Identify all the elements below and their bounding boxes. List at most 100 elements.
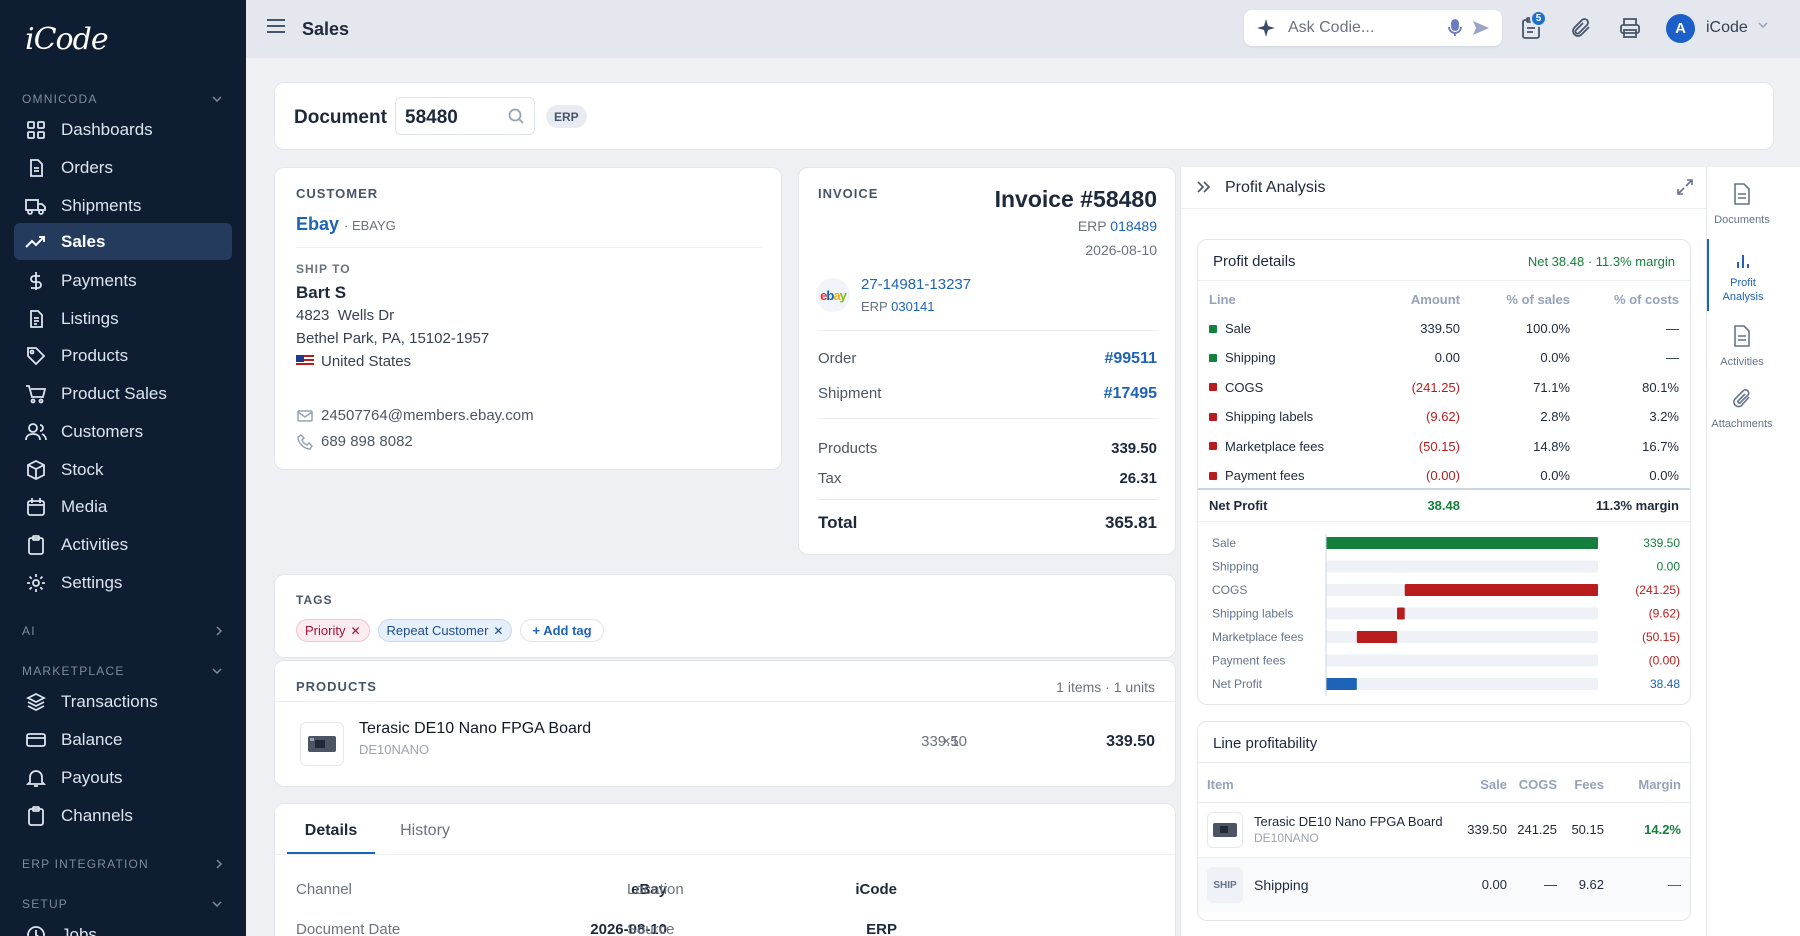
customer-code: · EBAYG: [344, 218, 396, 233]
divider: [818, 418, 1158, 419]
bell-icon: [25, 767, 47, 789]
sidebar-item-payments[interactable]: Payments: [14, 262, 232, 299]
sidebar-item-label: Activities: [61, 534, 129, 554]
chevron-down-icon[interactable]: [1758, 22, 1768, 28]
layers-icon: [25, 691, 47, 713]
customer-name-link[interactable]: Ebay: [296, 214, 339, 235]
order-erp-link[interactable]: 030141: [891, 299, 934, 314]
line-label: Shipping labels: [1225, 409, 1314, 425]
tag-chip[interactable]: Repeat Customer ✕: [377, 619, 513, 642]
sidebar-item-label: Balance: [61, 729, 123, 749]
tag-label: Repeat Customer: [386, 623, 489, 638]
sidebar-item-customers[interactable]: Customers: [14, 413, 232, 450]
line-amount: 0.00: [1434, 350, 1460, 366]
line-item-sku: DE10NANO: [1254, 831, 1319, 845]
sidebar-item-channels[interactable]: Channels: [14, 797, 232, 834]
chevron-right-icon: [216, 626, 222, 636]
avatar[interactable]: A: [1666, 14, 1695, 43]
sidebar-item-settings[interactable]: Settings: [14, 564, 232, 601]
sidebar-item-transactions[interactable]: Transactions: [14, 683, 232, 720]
collapse-panel-icon[interactable]: [1197, 181, 1211, 193]
rail-activities[interactable]: Activities: [1707, 319, 1777, 381]
mic-icon[interactable]: [1448, 19, 1462, 37]
sidebar-item-balance[interactable]: Balance: [14, 721, 232, 758]
table-row[interactable]: Terasic DE10 Nano FPGA Board DE10NANO ×1…: [275, 702, 1175, 786]
section-marketplace[interactable]: MARKETPLACE: [22, 664, 222, 678]
line-pct-sales: 71.1%: [1533, 379, 1570, 395]
chart-category-label: COGS: [1212, 583, 1247, 597]
sidebar-item-stock[interactable]: Stock: [14, 451, 232, 488]
line-pct-sales: 0.0%: [1540, 350, 1570, 366]
address-line-1: 4823 Wells Dr: [296, 307, 395, 324]
expand-icon[interactable]: [1677, 179, 1693, 195]
paperclip-icon: [1732, 387, 1752, 409]
table-header: Line Amount % of sales % of costs: [1198, 285, 1690, 314]
ebay-logo: ebay: [816, 278, 850, 312]
invoice-erp-link[interactable]: 018489: [1110, 218, 1157, 234]
divider: [1198, 762, 1690, 763]
tag-chip[interactable]: Priority ✕: [296, 619, 370, 642]
ask-codie-input[interactable]: Ask Codie...: [1244, 10, 1502, 46]
sidebar-item-label: Stock: [61, 459, 104, 479]
section-omnicoda[interactable]: OMNICODA: [22, 92, 222, 106]
sidebar-item-jobs[interactable]: Jobs: [14, 916, 232, 936]
user-name[interactable]: iCode: [1706, 19, 1748, 37]
table-row[interactable]: SHIP Shipping 0.00 — 9.62 —: [1198, 858, 1690, 912]
product-name[interactable]: Terasic DE10 Nano FPGA Board: [359, 720, 591, 738]
sidebar-item-product-sales[interactable]: Product Sales: [14, 375, 232, 412]
marketplace-order-link[interactable]: 27-14981-13237: [861, 276, 971, 293]
order-link[interactable]: #99511: [1104, 350, 1157, 368]
sidebar-item-label: Payments: [61, 270, 137, 290]
rail-documents[interactable]: Documents: [1707, 177, 1777, 239]
customer-email[interactable]: 24507764@members.ebay.com: [321, 407, 534, 424]
chart-track: [1326, 560, 1598, 573]
chart-category-label: Shipping labels: [1212, 607, 1293, 621]
total-value: 365.81: [1105, 513, 1157, 532]
sidebar-item-activities[interactable]: Activities: [14, 526, 232, 563]
remove-tag-icon[interactable]: ✕: [350, 624, 360, 638]
remove-tag-icon[interactable]: ✕: [493, 624, 503, 638]
table-row[interactable]: Terasic DE10 Nano FPGA Board DE10NANO 33…: [1198, 803, 1690, 857]
document-number-input[interactable]: 58480: [395, 97, 535, 135]
rail-profit-analysis[interactable]: Profit Analysis: [1707, 239, 1777, 311]
sidebar-item-shipments[interactable]: Shipments: [14, 187, 232, 224]
sidebar-item-sales[interactable]: Sales: [14, 223, 232, 260]
chart-bar: [1326, 537, 1598, 549]
product-price: 339.50: [921, 733, 967, 750]
field-label: Channel: [296, 881, 352, 898]
line-item-fees: 9.62: [1578, 877, 1604, 892]
line-name: Payment fees: [1209, 468, 1305, 483]
search-icon[interactable]: [508, 108, 524, 124]
tab-details[interactable]: Details: [287, 820, 375, 854]
ask-placeholder: Ask Codie...: [1288, 19, 1375, 36]
sidebar-item-orders[interactable]: Orders: [14, 149, 232, 186]
erp-badge: ERP: [546, 105, 587, 128]
chart-track: [1326, 607, 1598, 620]
send-icon[interactable]: [1472, 20, 1490, 36]
line-pct-costs: 80.1%: [1642, 379, 1679, 395]
section-setup[interactable]: SETUP: [22, 897, 222, 911]
menu-icon[interactable]: [266, 18, 286, 34]
clipboard-icon: [25, 805, 47, 827]
sidebar-item-listings[interactable]: Listings: [14, 300, 232, 337]
sidebar-item-products[interactable]: Products: [14, 337, 232, 374]
customer-phone[interactable]: 689 898 8082: [321, 433, 413, 450]
field-value: iCode: [855, 881, 897, 898]
section-erp-integration[interactable]: ERP INTEGRATION: [22, 857, 222, 871]
trending-up-icon: [25, 231, 47, 253]
add-tag-button[interactable]: + Add tag: [520, 619, 604, 642]
sidebar-item-dashboards[interactable]: Dashboards: [14, 111, 232, 148]
sidebar-item-media[interactable]: Media: [14, 488, 232, 525]
table-header: Item Sale COGS Fees Margin: [1198, 770, 1690, 799]
sidebar-item-payouts[interactable]: Payouts: [14, 759, 232, 796]
invoice-erp-ref: ERP 018489: [1078, 218, 1157, 234]
products-total-label: Products: [818, 440, 878, 457]
section-ai[interactable]: AI: [22, 624, 222, 638]
right-rail: Documents Profit Analysis Activities Att…: [1706, 167, 1800, 936]
shipment-link[interactable]: #17495: [1104, 385, 1157, 403]
paperclip-icon[interactable]: [1570, 17, 1592, 39]
printer-icon[interactable]: [1619, 17, 1641, 39]
rail-attachments[interactable]: Attachments: [1707, 381, 1777, 443]
tab-history[interactable]: History: [385, 820, 465, 854]
rail-label: Documents: [1714, 214, 1770, 226]
